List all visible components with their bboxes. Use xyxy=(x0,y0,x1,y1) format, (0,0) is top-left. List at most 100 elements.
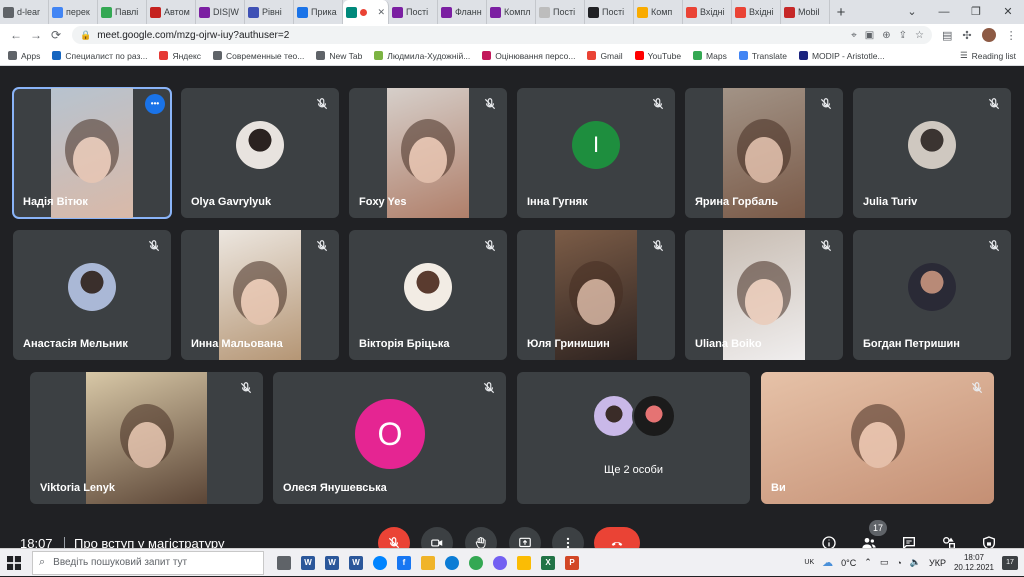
close-window-icon[interactable]: ✕ xyxy=(992,0,1024,24)
taskbar-app-powerpoint[interactable]: P xyxy=(560,549,584,577)
browser-tab[interactable]: Компл xyxy=(487,0,536,24)
browser-tab[interactable]: Рівні xyxy=(245,0,294,24)
muted-microphone-icon xyxy=(483,239,497,253)
taskbar-app-excel[interactable]: X xyxy=(536,549,560,577)
taskbar-app-security[interactable] xyxy=(512,549,536,577)
participant-tile[interactable]: Olya Gavrylyuk xyxy=(181,88,339,218)
browser-tab[interactable]: Mobil xyxy=(781,0,830,24)
bookmark-icon xyxy=(693,51,703,60)
maximize-icon[interactable]: ❐ xyxy=(960,0,992,24)
bookmark-item[interactable]: Maps xyxy=(693,51,727,61)
bookmark-item[interactable]: MODIP - Aristotle... xyxy=(798,51,885,61)
bookmark-item[interactable]: YouTube xyxy=(634,51,681,61)
browser-tab[interactable]: Вхідні xyxy=(683,0,732,24)
start-button[interactable] xyxy=(0,549,28,577)
participant-name: Ви xyxy=(771,482,786,494)
network-icon[interactable]: ◔ xyxy=(896,558,901,568)
window-controls: ⌄ — ❐ ✕ xyxy=(896,0,1024,24)
location-icon[interactable]: ⌖ xyxy=(851,30,857,41)
taskbar-app-edge[interactable] xyxy=(440,549,464,577)
chevron-down-icon[interactable]: ⌄ xyxy=(896,0,928,24)
tab-favicon-icon xyxy=(3,6,14,18)
bookmark-item[interactable]: Translate xyxy=(738,51,787,61)
taskbar-app-word-1[interactable]: W xyxy=(296,549,320,577)
taskbar-app-chrome[interactable] xyxy=(464,549,488,577)
taskbar-app-word-2[interactable]: W xyxy=(320,549,344,577)
participant-tile[interactable]: Julia Turiv xyxy=(853,88,1011,218)
extensions-icon[interactable]: ▤ xyxy=(942,29,952,42)
participant-tile[interactable]: Богдан Петришин xyxy=(853,230,1011,360)
participant-tile[interactable]: Анастасія Мельник xyxy=(13,230,171,360)
participant-tile[interactable]: Ярина Горбаль xyxy=(685,88,843,218)
participant-tile[interactable]: Вікторія Бріцька xyxy=(349,230,507,360)
taskbar-app-file-explorer[interactable] xyxy=(416,549,440,577)
taskbar-app-facebook[interactable]: f xyxy=(392,549,416,577)
bookmark-item[interactable]: New Tab xyxy=(316,51,362,61)
battery-icon[interactable]: ▭ xyxy=(880,557,889,568)
browser-tab[interactable]: Комп xyxy=(634,0,683,24)
camera-icon[interactable]: ▣ xyxy=(865,30,874,41)
weather-icon[interactable]: ☁ xyxy=(822,556,833,569)
back-arrow-icon[interactable]: ← xyxy=(6,28,26,42)
bookmark-item[interactable]: Оцінювання персо... xyxy=(482,51,575,61)
participant-tile[interactable]: Viktoria Lenyk xyxy=(30,372,263,504)
bookmark-icon xyxy=(8,51,17,60)
minimize-icon[interactable]: — xyxy=(928,0,960,24)
bookmark-item[interactable]: Apps xyxy=(8,51,40,61)
taskbar-search-placeholder: Введіть пошуковий запит тут xyxy=(53,557,188,568)
browser-tab[interactable]: Вхідні xyxy=(732,0,781,24)
taskbar-search-box[interactable]: ⌕ Введіть пошуковий запит тут xyxy=(32,550,264,575)
browser-tab[interactable]: Автом xyxy=(147,0,196,24)
reading-list[interactable]: ☰ Reading list xyxy=(960,50,1016,61)
taskbar-clock[interactable]: 18:07 20.12.2021 xyxy=(954,553,994,573)
participant-tile[interactable]: Ви xyxy=(761,372,994,504)
facebook-icon: f xyxy=(397,555,411,570)
browser-tab[interactable]: Павлі xyxy=(98,0,147,24)
notifications-button[interactable]: 17 xyxy=(1002,555,1018,570)
bookmark-item[interactable]: Людмила-Художній... xyxy=(374,51,470,61)
address-bar[interactable]: 🔒 meet.google.com/mzg-ojrw-iuy?authuser=… xyxy=(72,26,932,44)
taskbar-app-viber[interactable] xyxy=(488,549,512,577)
tab-close-icon[interactable]: ✕ xyxy=(375,7,385,18)
browser-tab[interactable]: DIS|W xyxy=(196,0,245,24)
menu-icon[interactable]: ⋮ xyxy=(1006,29,1017,42)
participant-tile[interactable]: Юля Гринишин xyxy=(517,230,675,360)
reload-icon[interactable]: ⟳ xyxy=(46,28,66,42)
volume-icon[interactable]: 🔈 xyxy=(910,557,921,568)
bookmark-item[interactable]: Современные тео... xyxy=(213,51,304,61)
tile-more-options-button[interactable]: ••• xyxy=(145,94,165,114)
browser-tab[interactable]: Пості xyxy=(536,0,585,24)
participant-tile[interactable]: Надія Вітюк ••• xyxy=(12,87,172,219)
browser-tab[interactable]: Пості xyxy=(389,0,438,24)
bookmark-star-icon[interactable]: ☆ xyxy=(915,30,924,41)
tab-favicon-icon xyxy=(441,6,452,18)
taskbar-app-word-3[interactable]: W xyxy=(344,549,368,577)
taskbar-app-task-view[interactable] xyxy=(272,549,296,577)
bookmark-item[interactable]: Специалист по раз... xyxy=(52,51,147,61)
puzzle-icon[interactable]: ✣ xyxy=(962,29,971,42)
zoom-icon[interactable]: ⊕ xyxy=(882,30,890,41)
taskbar-app-messenger[interactable] xyxy=(368,549,392,577)
profile-avatar[interactable] xyxy=(981,28,996,42)
forward-arrow-icon[interactable]: → xyxy=(26,28,46,42)
browser-tab[interactable]: d-lear xyxy=(0,0,49,24)
browser-tab[interactable]: ✕ xyxy=(343,0,389,24)
browser-tab[interactable]: Пості xyxy=(585,0,634,24)
participant-tile[interactable]: Foxy Yes xyxy=(349,88,507,218)
browser-tab[interactable]: Фланн xyxy=(438,0,487,24)
browser-tab[interactable]: перек xyxy=(49,0,98,24)
participant-tile[interactable]: Uliana Boiko xyxy=(685,230,843,360)
participant-tile[interactable]: I Інна Гугняк xyxy=(517,88,675,218)
new-tab-button[interactable]: + xyxy=(830,4,852,21)
participant-tile[interactable]: Инна Мальована xyxy=(181,230,339,360)
language-indicator[interactable]: УКР xyxy=(929,558,946,568)
chevron-up-icon[interactable]: ⌃ xyxy=(864,557,872,568)
bookmark-item[interactable]: Яндекс xyxy=(159,51,201,61)
browser-tab[interactable]: Прика xyxy=(294,0,343,24)
share-icon[interactable]: ⇪ xyxy=(899,30,907,41)
participant-name: Надія Вітюк xyxy=(23,196,88,208)
bookmark-item[interactable]: Gmail xyxy=(587,51,623,61)
participant-tile[interactable]: Ще 2 особи xyxy=(517,372,750,504)
participant-tile[interactable]: О Олеся Янушевська xyxy=(273,372,506,504)
participant-name: Вікторія Бріцька xyxy=(359,338,450,350)
